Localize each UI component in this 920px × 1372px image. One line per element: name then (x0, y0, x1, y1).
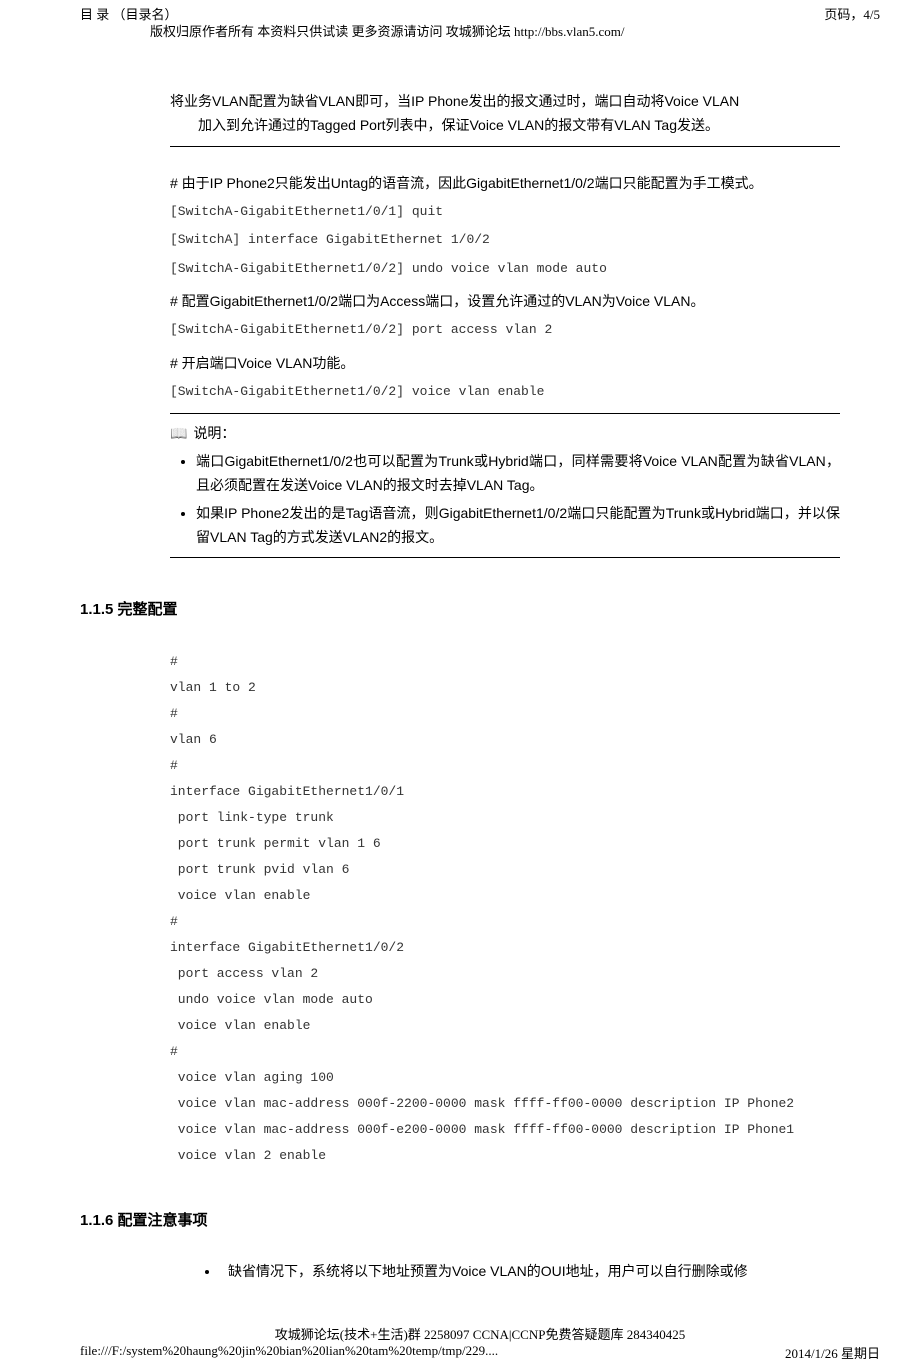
section-115-title: 1.1.5 完整配置 (0, 598, 920, 619)
block2-text: # 配置GigabitEthernet1/0/2端口为Access端口，设置允许… (170, 290, 840, 314)
cmd-line: [SwitchA-GigabitEthernet1/0/1] quit (170, 201, 840, 223)
page-header: 目 录 （目录名） 页码，4/5 (0, 0, 920, 23)
footer-date: 2014/1/26 星期日 (785, 1343, 880, 1362)
cmd-line: [SwitchA-GigabitEthernet1/0/2] voice vla… (170, 381, 840, 403)
forum-info: 攻城狮论坛(技术+生活)群 2258097 CCNA|CCNP免费答疑题库 28… (80, 1324, 880, 1343)
section-116-body: 缺省情况下，系统将以下地址预置为Voice VLAN的OUI地址，用户可以自行删… (0, 1260, 920, 1284)
divider (170, 146, 840, 147)
block1-text: # 由于IP Phone2只能发出Untag的语音流，因此GigabitEthe… (170, 172, 840, 196)
copyright-line: 版权归原作者所有 本资料只供试读 更多资源请访问 攻城狮论坛 http://bb… (0, 21, 920, 40)
page-footer: 攻城狮论坛(技术+生活)群 2258097 CCNA|CCNP免费答疑题库 28… (0, 1324, 920, 1372)
note-header: 说明： (170, 422, 840, 446)
file-path: file:///F:/system%20haung%20jin%20bian%2… (80, 1343, 498, 1362)
footer-path-row: file:///F:/system%20haung%20jin%20bian%2… (80, 1343, 880, 1362)
section-116-bullet: 缺省情况下，系统将以下地址预置为Voice VLAN的OUI地址，用户可以自行删… (220, 1260, 840, 1284)
note-label: 说明： (193, 422, 235, 446)
section-116-list: 缺省情况下，系统将以下地址预置为Voice VLAN的OUI地址，用户可以自行删… (170, 1260, 840, 1284)
intro-line1: 将业务VLAN配置为缺省VLAN即可，当IP Phone发出的报文通过时，端口自… (170, 93, 739, 109)
cmd-line: [SwitchA-GigabitEthernet1/0/2] undo voic… (170, 258, 840, 280)
cmd-line: [SwitchA] interface GigabitEthernet 1/0/… (170, 229, 840, 251)
section-116-title: 1.1.6 配置注意事项 (0, 1209, 920, 1230)
note-list: 端口GigabitEthernet1/0/2也可以配置为Trunk或Hybrid… (170, 450, 840, 549)
full-config-block: # vlan 1 to 2 # vlan 6 # interface Gigab… (0, 649, 920, 1169)
divider (170, 413, 840, 414)
page-number: 页码，4/5 (824, 4, 880, 23)
main-content: 将业务VLAN配置为缺省VLAN即可，当IP Phone发出的报文通过时，端口自… (0, 40, 920, 558)
block3-text: # 开启端口Voice VLAN功能。 (170, 352, 840, 376)
intro-line2: 加入到允许通过的Tagged Port列表中，保证Voice VLAN的报文带有… (170, 114, 719, 138)
note-bullet: 如果IP Phone2发出的是Tag语音流，则GigabitEthernet1/… (196, 502, 840, 550)
intro-paragraph: 将业务VLAN配置为缺省VLAN即可，当IP Phone发出的报文通过时，端口自… (170, 90, 840, 138)
divider (170, 557, 840, 558)
cmd-line: [SwitchA-GigabitEthernet1/0/2] port acce… (170, 319, 840, 341)
book-icon (170, 422, 187, 446)
note-bullet: 端口GigabitEthernet1/0/2也可以配置为Trunk或Hybrid… (196, 450, 840, 498)
